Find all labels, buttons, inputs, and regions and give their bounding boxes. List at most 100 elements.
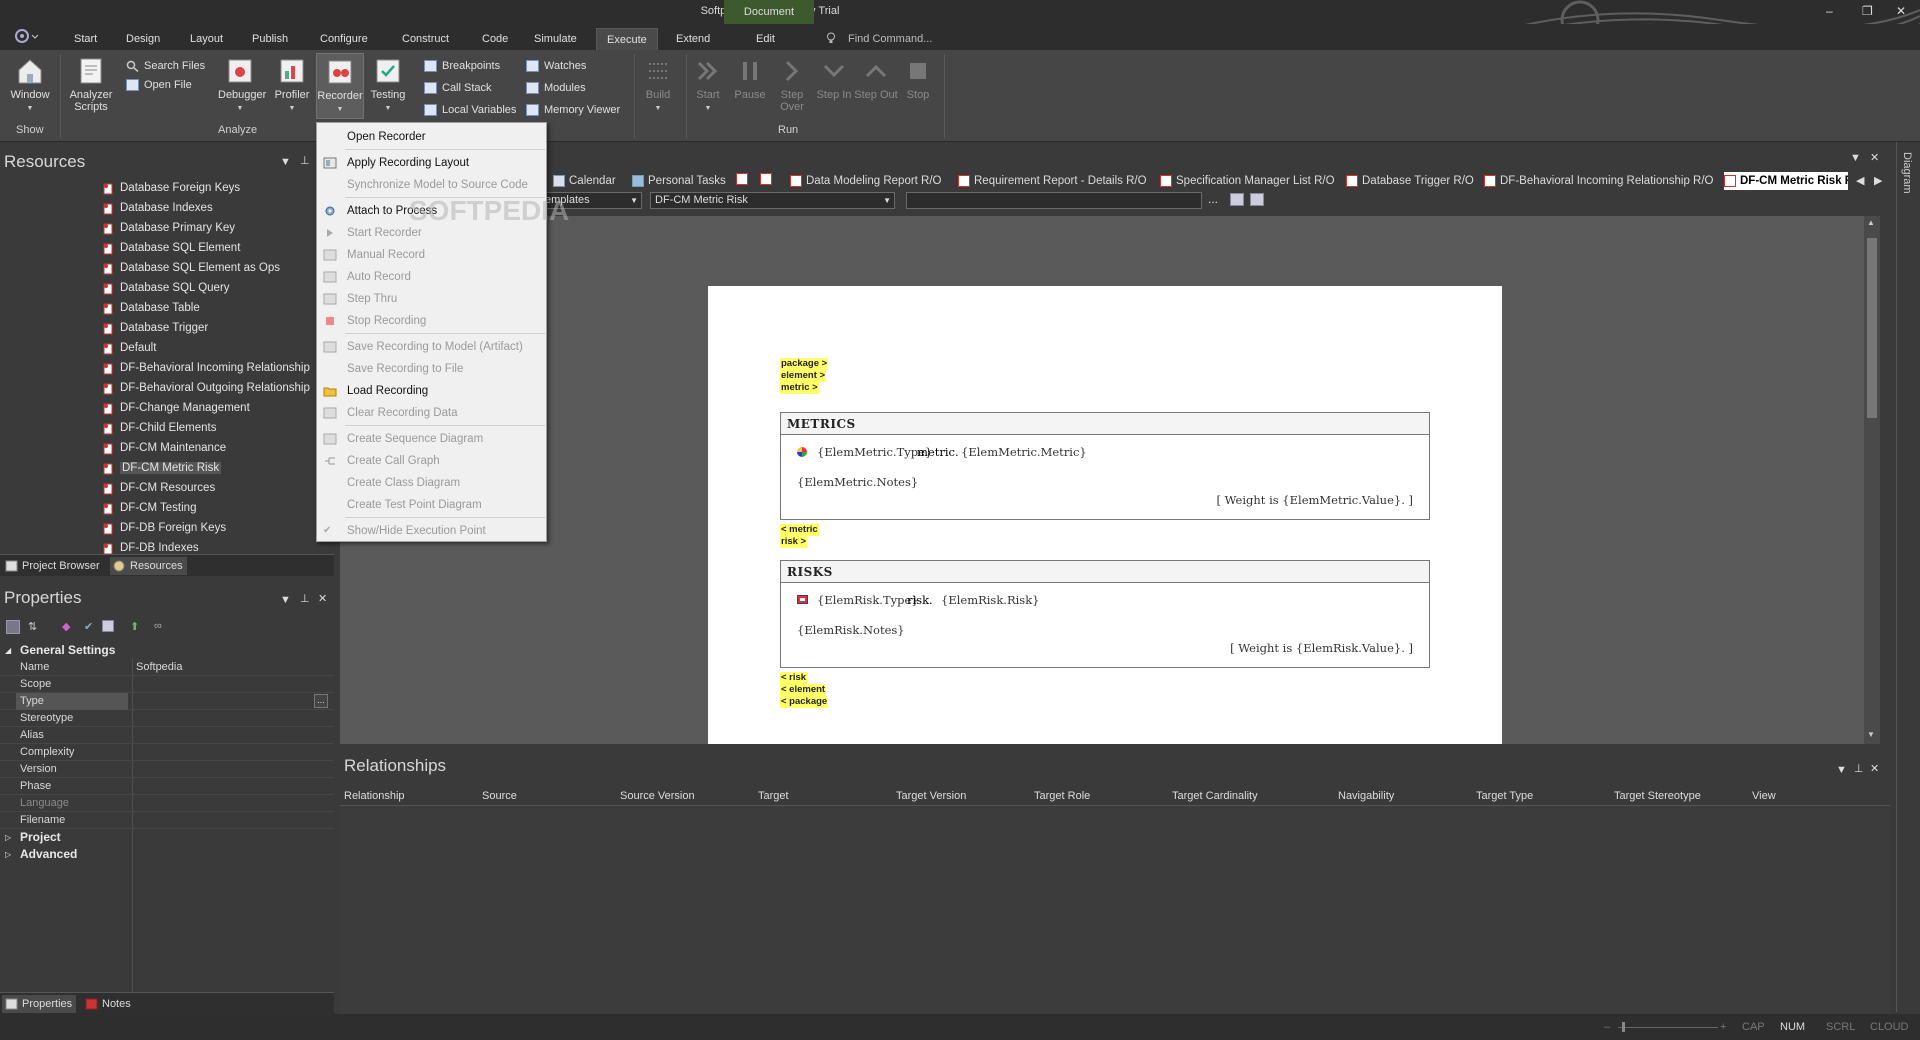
resource-item[interactable]: DF-Behavioral Outgoing Relationship [98,378,310,398]
column-header[interactable]: Source [482,790,517,802]
close-icon[interactable]: ✕ [1870,151,1879,164]
menu-item-synchronize-model[interactable]: Synchronize Model to Source Code [317,174,546,196]
scroll-left-icon[interactable]: ◀ [1856,174,1864,187]
column-header[interactable]: View [1752,790,1776,802]
start-button[interactable]: Start ▼ [686,56,730,115]
testing-button[interactable]: Testing ▼ [366,56,410,115]
table-icon[interactable] [102,620,114,632]
check-icon[interactable]: ✔ [84,620,93,633]
app-menu-icon[interactable] [14,28,44,46]
risks-section[interactable]: RISKS {ElemRisk.Type} risk. {ElemRisk.Ri… [780,560,1430,668]
search-files-button[interactable]: Search Files [126,57,205,75]
resource-item[interactable]: Default [98,338,156,358]
scroll-up-icon[interactable]: ▲ [1867,218,1875,227]
metrics-section[interactable]: METRICS {ElemMetric.Type} metric. {ElemM… [780,412,1430,520]
pause-button[interactable]: Pause [728,56,772,101]
section-tag[interactable]: metric > [780,382,819,394]
close-icon[interactable]: ✕ [318,592,327,605]
property-row[interactable]: Alias [0,727,334,744]
debugger-button[interactable]: Debugger ▼ [218,56,266,115]
category-advanced[interactable]: ▷ Advanced [0,846,334,863]
tab-configure[interactable]: Configure [310,28,378,50]
menu-item-save-recording-to-model[interactable]: Save Recording to Model (Artifact) [317,336,546,358]
find-command-input[interactable]: Find Command... [848,33,932,45]
property-value[interactable]: Softpedia [136,659,182,676]
menu-item-open-recorder[interactable]: Open Recorder [317,126,546,148]
step-over-button[interactable]: Step Over [770,56,814,113]
resource-item[interactable]: Database SQL Query [98,278,230,298]
menu-item-create-sequence-diagram[interactable]: Create Sequence Diagram [317,428,546,450]
doc-tab-active[interactable]: DF-CM Metric Risk R/O [1724,172,1848,190]
doc-tab[interactable]: DF-Behavioral Incoming Relationship R/O [1484,172,1713,190]
template-select[interactable]: DF-CM Metric Risk ▼ [650,192,895,209]
template-editor-canvas[interactable]: package > element > metric > METRICS {El… [340,216,1876,744]
build-button[interactable]: Build ▼ [636,56,680,115]
zoom-out-icon[interactable]: – [1604,1021,1610,1033]
doc-tab[interactable]: Data Modeling Report R/O [790,172,942,190]
tab-publish[interactable]: Publish [242,28,298,50]
column-header[interactable]: Target Stereotype [1614,790,1701,802]
doc-tab[interactable]: Personal Tasks [632,172,726,190]
resource-item[interactable]: DF-Child Elements [98,418,217,438]
menu-item-attach-to-process[interactable]: Attach to Process [317,200,546,222]
profiler-button[interactable]: Profiler ▼ [270,56,314,115]
resource-item[interactable]: Database Trigger [98,318,208,338]
section-tag[interactable]: element > [780,370,827,382]
menu-item-manual-record[interactable]: Manual Record [317,244,546,266]
zoom-slider[interactable] [1618,1027,1718,1028]
column-header[interactable]: Target Version [896,790,966,802]
ellipsis-button[interactable]: ... [1208,192,1218,206]
open-file-button[interactable]: Open File [126,76,192,94]
tab-edit[interactable]: Edit [746,28,785,50]
resource-item-selected[interactable]: DF-CM Metric Risk [98,458,222,478]
property-row[interactable]: Filename [0,812,334,829]
menu-item-step-thru[interactable]: Step Thru [317,288,546,310]
column-header[interactable]: Target [758,790,789,802]
property-row[interactable]: Phase [0,778,334,795]
chevron-down-icon[interactable]: ▼ [280,156,291,168]
column-header[interactable]: Target Role [1034,790,1090,802]
tab-notes[interactable]: Notes [82,995,135,1013]
resource-item[interactable]: Database Foreign Keys [98,178,240,198]
column-header[interactable]: Target Cardinality [1172,790,1258,802]
pin-icon[interactable]: ⊥ [300,154,310,167]
tab-extend[interactable]: Extend [666,28,720,50]
template-icon[interactable] [736,173,748,185]
resource-item[interactable]: Database SQL Element [98,238,240,258]
recorder-button[interactable]: Recorder ▼ [316,53,364,119]
local-variables-button[interactable]: Local Variables [424,101,516,119]
categorized-icon[interactable] [6,620,20,634]
column-header[interactable]: Navigability [1338,790,1394,802]
chevron-down-icon[interactable]: ▼ [1836,764,1847,776]
close-icon[interactable]: ✕ [1896,4,1906,18]
doc-tab[interactable]: Specification Manager List R/O [1160,172,1335,190]
column-header[interactable]: Relationship [344,790,405,802]
tab-layout[interactable]: Layout [180,28,233,50]
resource-item[interactable]: DF-DB Foreign Keys [98,518,226,538]
menu-item-save-recording-to-file[interactable]: Save Recording to File [317,358,546,380]
relationships-list[interactable] [340,806,1890,1014]
minimize-icon[interactable]: – [1826,4,1833,18]
doc-tab[interactable]: Calendar [553,172,616,190]
close-icon[interactable]: ✕ [1870,762,1879,775]
style-input[interactable] [906,192,1202,209]
menu-item-clear-recording-data[interactable]: Clear Recording Data [317,402,546,424]
menu-item-start-recorder[interactable]: Start Recorder [317,222,546,244]
scroll-right-icon[interactable]: ▶ [1874,174,1882,187]
glasses-icon[interactable]: ∞ [154,620,162,632]
section-tag[interactable]: risk > [780,536,808,548]
diamond-icon[interactable]: ◆ [62,620,70,633]
resource-item[interactable]: DF-Behavioral Incoming Relationship [98,358,310,378]
chevron-down-icon[interactable]: ▼ [280,594,291,606]
menu-item-create-class-diagram[interactable]: Create Class Diagram [317,472,546,494]
zoom-in-icon[interactable]: + [1720,1021,1726,1033]
menu-item-auto-record[interactable]: Auto Record [317,266,546,288]
tab-start[interactable]: Start [64,28,107,50]
scrollbar-thumb[interactable] [1867,238,1877,418]
scroll-down-icon[interactable]: ▼ [1867,730,1875,739]
property-row[interactable]: Scope [0,676,334,693]
resource-item[interactable]: DF-CM Resources [98,478,215,498]
menu-item-create-test-point-diagram[interactable]: Create Test Point Diagram [317,494,546,516]
property-row[interactable]: Name Softpedia [0,659,334,676]
property-row[interactable]: Version [0,761,334,778]
